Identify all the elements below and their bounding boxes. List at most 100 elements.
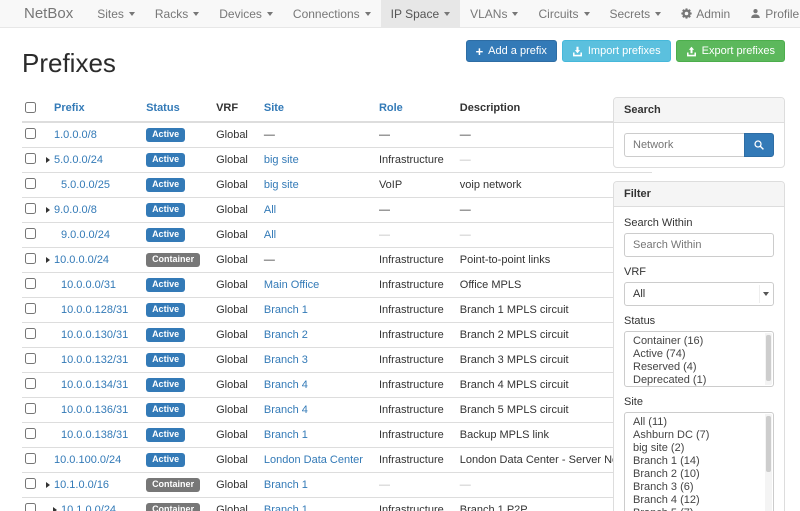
nav-item-vlans[interactable]: VLANs [460, 0, 528, 27]
nav-item-secrets[interactable]: Secrets [600, 0, 672, 27]
role-value: Infrastructure [371, 323, 452, 348]
row-checkbox[interactable] [25, 303, 36, 314]
row-checkbox[interactable] [25, 453, 36, 464]
site-link[interactable]: Branch 1 [264, 504, 308, 511]
nav-item-admin[interactable]: Admin [671, 0, 740, 27]
row-checkbox[interactable] [25, 503, 36, 511]
prefix-link[interactable]: 10.0.0.138/31 [61, 429, 128, 441]
row-checkbox[interactable] [25, 153, 36, 164]
nav-item-circuits[interactable]: Circuits [528, 0, 599, 27]
vrf-filter-label: VRF [624, 266, 774, 278]
empty-value: — [460, 154, 471, 166]
select-option[interactable]: Reserved (4) [625, 361, 773, 374]
import-prefixes-button[interactable]: Import prefixes [562, 40, 671, 62]
select-option[interactable]: Active (74) [625, 348, 773, 361]
role-value: Infrastructure [371, 298, 452, 323]
select-option[interactable]: Branch 4 (12) [625, 494, 773, 507]
site-link[interactable]: All [264, 204, 276, 216]
site-link[interactable]: Branch 1 [264, 304, 308, 316]
column-header-prefix[interactable]: Prefix [54, 102, 85, 114]
select-all-checkbox[interactable] [25, 102, 36, 113]
row-checkbox[interactable] [25, 353, 36, 364]
prefix-link[interactable]: 10.0.0.130/31 [61, 329, 128, 341]
site-link[interactable]: Branch 4 [264, 379, 308, 391]
role-value: Infrastructure [371, 273, 452, 298]
site-link[interactable]: Branch 3 [264, 354, 308, 366]
site-link[interactable]: All [264, 229, 276, 241]
site-link[interactable]: London Data Center [264, 454, 363, 466]
vrf-value: Global [208, 122, 256, 148]
prefix-link[interactable]: 10.0.0.0/24 [54, 254, 109, 266]
site-link[interactable]: Branch 2 [264, 329, 308, 341]
scrollbar-thumb[interactable] [766, 335, 771, 381]
site-link[interactable]: Branch 4 [264, 404, 308, 416]
vrf-filter-select[interactable]: All [624, 282, 774, 306]
select-option[interactable]: big site (2) [625, 442, 773, 455]
prefix-link[interactable]: 5.0.0.0/25 [61, 179, 110, 191]
scrollbar[interactable] [765, 333, 772, 385]
prefix-link[interactable]: 5.0.0.0/24 [54, 154, 103, 166]
prefix-link[interactable]: 10.0.0.128/31 [61, 304, 128, 316]
select-option[interactable]: All (11) [625, 416, 773, 429]
scrollbar-thumb[interactable] [766, 416, 771, 472]
site-link[interactable]: Branch 1 [264, 479, 308, 491]
prefix-link[interactable]: 10.1.0.0/16 [54, 479, 109, 491]
row-checkbox[interactable] [25, 178, 36, 189]
prefix-link[interactable]: 10.0.100.0/24 [54, 454, 121, 466]
add-prefix-button[interactable]: +Add a prefix [466, 40, 557, 62]
sidebar-search-input[interactable] [624, 133, 744, 157]
nav-item-profile[interactable]: Profile [740, 0, 800, 27]
row-checkbox[interactable] [25, 128, 36, 139]
caret-down-icon [512, 12, 518, 16]
select-arrow-icon [759, 285, 771, 303]
site-link[interactable]: big site [264, 154, 299, 166]
row-checkbox[interactable] [25, 253, 36, 264]
row-checkbox[interactable] [25, 378, 36, 389]
caret-down-icon [365, 12, 371, 16]
select-option[interactable]: Branch 2 (10) [625, 468, 773, 481]
export-icon [686, 46, 697, 57]
select-option[interactable]: Deprecated (1) [625, 374, 773, 387]
search-submit-button[interactable] [744, 133, 774, 157]
prefix-link[interactable]: 10.0.0.132/31 [61, 354, 128, 366]
site-filter-select[interactable]: All (11)Ashburn DC (7)big site (2)Branch… [624, 412, 774, 511]
nav-item-ip-space[interactable]: IP Space [381, 0, 460, 27]
expand-arrow-icon [46, 482, 50, 488]
column-header-role[interactable]: Role [379, 102, 403, 114]
nav-item-connections[interactable]: Connections [283, 0, 381, 27]
prefix-link[interactable]: 9.0.0.0/24 [61, 229, 110, 241]
status-badge: Active [146, 303, 185, 317]
row-checkbox[interactable] [25, 278, 36, 289]
nav-item-racks[interactable]: Racks [145, 0, 209, 27]
prefix-link[interactable]: 1.0.0.0/8 [54, 129, 97, 141]
select-option[interactable]: Branch 3 (6) [625, 481, 773, 494]
select-option[interactable]: Branch 5 (7) [625, 507, 773, 511]
prefix-link[interactable]: 10.1.0.0/24 [61, 504, 116, 511]
site-link[interactable]: Branch 1 [264, 429, 308, 441]
caret-down-icon [584, 12, 590, 16]
prefix-link[interactable]: 10.0.0.134/31 [61, 379, 128, 391]
netbox-brand[interactable]: NetBox [0, 0, 87, 27]
nav-item-sites[interactable]: Sites [87, 0, 145, 27]
scrollbar[interactable] [765, 414, 772, 511]
prefix-link[interactable]: 10.0.0.136/31 [61, 404, 128, 416]
site-link[interactable]: Main Office [264, 279, 319, 291]
search-within-input[interactable] [624, 233, 774, 257]
column-header-status[interactable]: Status [146, 102, 180, 114]
select-option[interactable]: Branch 1 (14) [625, 455, 773, 468]
site-link[interactable]: big site [264, 179, 299, 191]
export-prefixes-button[interactable]: Export prefixes [676, 40, 785, 62]
prefix-link[interactable]: 10.0.0.0/31 [61, 279, 116, 291]
select-option[interactable]: Ashburn DC (7) [625, 429, 773, 442]
select-option[interactable]: Container (16) [625, 335, 773, 348]
row-checkbox[interactable] [25, 228, 36, 239]
row-checkbox[interactable] [25, 428, 36, 439]
row-checkbox[interactable] [25, 478, 36, 489]
nav-item-devices[interactable]: Devices [209, 0, 283, 27]
prefix-link[interactable]: 9.0.0.0/8 [54, 204, 97, 216]
status-filter-select[interactable]: Container (16)Active (74)Reserved (4)Dep… [624, 331, 774, 387]
row-checkbox[interactable] [25, 403, 36, 414]
row-checkbox[interactable] [25, 203, 36, 214]
row-checkbox[interactable] [25, 328, 36, 339]
column-header-site[interactable]: Site [264, 102, 284, 114]
